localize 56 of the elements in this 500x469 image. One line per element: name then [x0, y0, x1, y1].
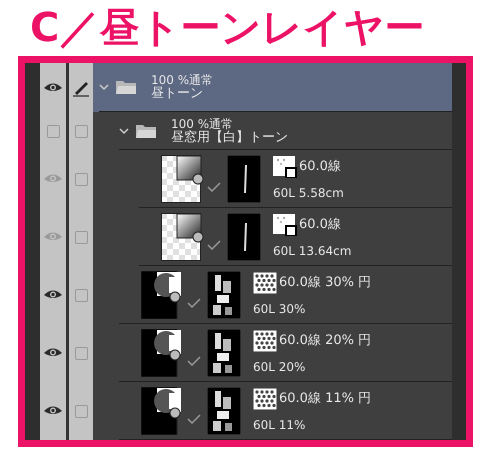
layer-row[interactable]: 100 %通常 昼トーン — [93, 63, 452, 112]
tone-setting: 60.0線 11% 円 — [279, 390, 372, 408]
eye-icon[interactable] — [43, 405, 63, 417]
tone-setting: 60.0線 30% 円 — [279, 274, 372, 292]
tone-detail: 60L 30% — [253, 300, 306, 318]
edit-checkbox[interactable] — [74, 230, 88, 244]
chevron-icon[interactable] — [119, 126, 129, 134]
tone-detail: 60L 13.64cm — [273, 242, 352, 260]
chevron-icon[interactable] — [99, 83, 109, 91]
tone-pattern-icon — [273, 214, 297, 236]
folder-icon — [115, 79, 137, 95]
eye-icon[interactable] — [43, 347, 63, 359]
check-icon — [207, 240, 221, 250]
edit-checkbox[interactable] — [74, 288, 88, 302]
mask-thumbnail-drawing — [227, 154, 261, 202]
blend-mode-label: 100 %通常 — [171, 116, 234, 130]
layer-row[interactable]: 100 %通常 昼窓用【白】トーン — [93, 112, 452, 150]
layer-row[interactable]: 60.0線 60L 13.64cm — [93, 208, 452, 266]
blend-mode-label: 100 %通常 — [151, 73, 214, 87]
layer-row[interactable]: 60.0線 60L 5.58cm — [93, 150, 452, 208]
tone-pattern-icon — [273, 156, 297, 178]
visibility-cell[interactable] — [40, 382, 69, 440]
mask-thumbnail-drawing — [207, 270, 241, 318]
visibility-checkbox[interactable] — [46, 124, 60, 138]
layer-row[interactable]: 60.0線 20% 円 60L 20% — [93, 324, 452, 382]
eye-icon[interactable] — [43, 289, 63, 301]
check-icon — [207, 182, 221, 192]
tone-detail: 60L 11% — [253, 416, 306, 434]
mask-thumbnail-drawing — [227, 212, 261, 260]
check-icon — [187, 356, 201, 366]
visibility-cell[interactable] — [40, 63, 69, 112]
mask-thumbnail-drawing — [207, 328, 241, 376]
tone-setting: 60.0線 20% 円 — [279, 332, 372, 350]
layer-row[interactable]: 60.0線 11% 円 60L 11% — [93, 382, 452, 440]
page-title: C／昼トーンレイヤー — [30, 4, 424, 53]
tone-detail: 60L 5.58cm — [273, 184, 344, 202]
tone-setting: 60.0線 — [299, 158, 341, 176]
tone-pattern-icon — [253, 388, 277, 410]
check-icon — [187, 298, 201, 308]
edit-checkbox[interactable] — [74, 404, 88, 418]
layer-name: 昼窓用【白】トーン — [171, 130, 288, 144]
edit-cell[interactable] — [69, 63, 93, 112]
eye-icon[interactable] — [43, 82, 63, 94]
edit-checkbox[interactable] — [74, 124, 88, 138]
mask-thumbnail-drawing — [207, 386, 241, 434]
tone-pattern-icon — [253, 330, 277, 352]
check-icon — [187, 414, 201, 424]
layer-row[interactable]: 60.0線 30% 円 60L 30% — [93, 266, 452, 324]
tone-pattern-icon — [253, 272, 277, 294]
tone-setting: 60.0線 — [299, 216, 341, 234]
tone-detail: 60L 20% — [253, 358, 306, 376]
folder-icon — [135, 122, 157, 138]
edit-checkbox[interactable] — [74, 172, 88, 186]
edit-cell[interactable] — [69, 382, 93, 440]
edit-checkbox[interactable] — [74, 346, 88, 360]
layer-name: 昼トーン — [151, 87, 204, 101]
